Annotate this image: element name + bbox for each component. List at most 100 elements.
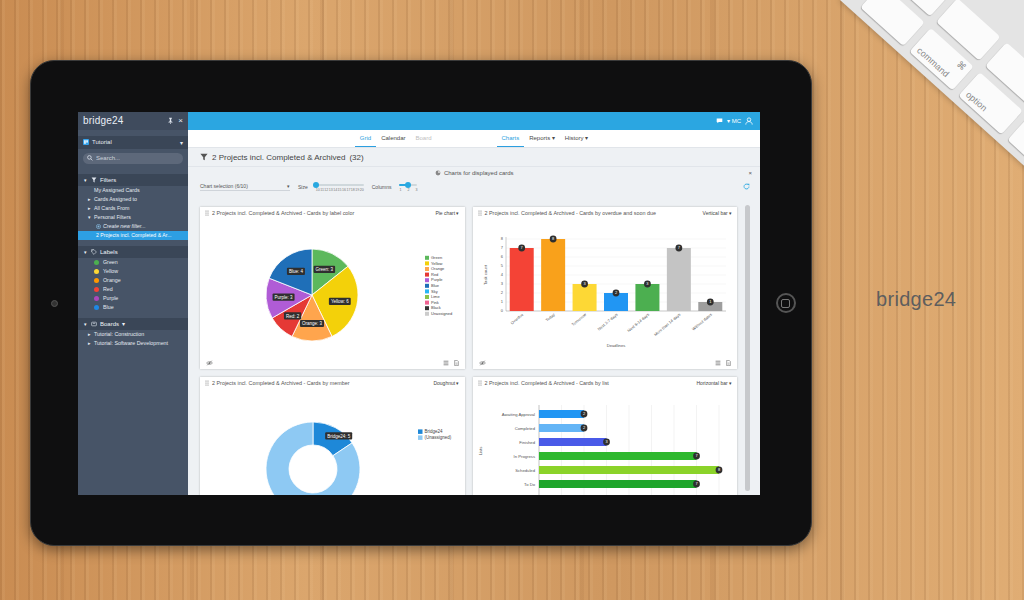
chart-selection-dropdown[interactable]: Chart selection (6/10)▾ xyxy=(200,183,290,191)
bar[interactable] xyxy=(539,480,697,488)
close-button[interactable]: × xyxy=(178,116,183,125)
pie-slice[interactable] xyxy=(269,249,312,295)
legend-label: Sky xyxy=(431,288,438,293)
tab[interactable]: History ▾ xyxy=(560,130,593,147)
sidebar-item[interactable]: ▸All Cards From xyxy=(78,204,188,213)
legend-label: Red xyxy=(431,271,438,276)
bar[interactable] xyxy=(539,452,697,460)
tab[interactable]: Grid xyxy=(355,130,376,147)
x-tick: Today xyxy=(544,311,555,322)
label-item[interactable]: Red xyxy=(78,285,188,294)
key[interactable] xyxy=(1007,116,1024,179)
sidebar-item[interactable]: 2 Projects incl. Completed & Ar... xyxy=(78,231,188,240)
chart-type-dropdown[interactable]: Horizontal bar ▾ xyxy=(696,380,732,386)
tab-group: ChartsReports ▾History ▾ xyxy=(497,130,594,147)
user-icon[interactable] xyxy=(745,117,753,125)
legend-swatch xyxy=(425,261,429,265)
legend-label: Green xyxy=(431,255,442,260)
badge-label: Red: 2 xyxy=(286,313,300,318)
sidebar-item[interactable]: ▸Tutorial: Software Development xyxy=(78,339,188,348)
drag-handle-icon[interactable] xyxy=(205,210,209,216)
chart-card: 2 Projects incl. Completed & Archived - … xyxy=(473,207,738,369)
bar[interactable] xyxy=(539,466,719,474)
keyboard: ⌘commandoption xyxy=(840,0,1024,241)
drag-handle-icon[interactable] xyxy=(478,210,482,216)
tab-group: GridCalendarBoard xyxy=(355,130,437,147)
scroll-thumb[interactable] xyxy=(745,205,750,491)
doughnut-segment[interactable] xyxy=(266,422,360,495)
y-tick: 7 xyxy=(500,245,503,250)
pin-icon[interactable] xyxy=(167,117,174,124)
sidebar-item[interactable]: ▸Tutorial: Construction xyxy=(78,330,188,339)
sidebar-item[interactable]: ▾Personal Filters xyxy=(78,213,188,222)
sidebar-item[interactable]: ▸Cards Assigned to xyxy=(78,195,188,204)
label-item[interactable]: Purple xyxy=(78,294,188,303)
item-label: Green xyxy=(103,259,118,265)
bar[interactable] xyxy=(541,239,565,311)
workspace-selector[interactable]: Tutorial▾ xyxy=(78,136,188,149)
label-item[interactable]: Green xyxy=(78,258,188,267)
chart-type-dropdown[interactable]: Pie chart ▾ xyxy=(435,210,459,216)
slider-knob[interactable] xyxy=(313,182,319,188)
chart-body: Green: 3Yellow: 6Orange: 3Red: 2Purple: … xyxy=(200,219,465,357)
bar[interactable] xyxy=(539,410,584,418)
label-item[interactable]: Blue xyxy=(78,303,188,312)
drag-handle-icon[interactable] xyxy=(205,380,209,386)
bar[interactable] xyxy=(509,248,533,311)
section-header[interactable]: ▾Filters xyxy=(78,174,188,186)
label-item[interactable]: Orange xyxy=(78,276,188,285)
document-icon[interactable] xyxy=(454,360,459,366)
legend-label: Yellow xyxy=(431,260,443,265)
columns-slider[interactable]: 123 xyxy=(399,181,417,192)
grid-line xyxy=(506,265,726,266)
search-icon xyxy=(87,155,93,161)
bar[interactable] xyxy=(572,284,596,311)
scrollbar[interactable] xyxy=(745,205,750,491)
sidebar-item[interactable]: Create new filter... xyxy=(78,222,188,231)
document-icon[interactable] xyxy=(726,360,731,366)
hide-icon[interactable] xyxy=(206,360,213,366)
chart-type-dropdown[interactable]: Vertical bar ▾ xyxy=(703,210,732,216)
list-icon[interactable] xyxy=(443,360,449,366)
right-bezel xyxy=(760,61,811,545)
pie-chart: Green: 3Yellow: 6Orange: 3Red: 2Purple: … xyxy=(200,219,464,357)
legend-label: Black xyxy=(431,305,441,310)
label-item[interactable]: Yellow xyxy=(78,267,188,276)
drag-handle-icon[interactable] xyxy=(478,380,482,386)
bar[interactable] xyxy=(539,424,584,432)
search-field[interactable] xyxy=(96,153,179,163)
item-label: My Assigned Cards xyxy=(94,187,140,193)
value-badge: Red: 2 xyxy=(284,312,301,319)
section-header[interactable]: ▾Labels xyxy=(78,246,188,258)
item-label: Orange xyxy=(103,277,121,283)
bar[interactable] xyxy=(635,284,659,311)
label-dot xyxy=(94,296,99,301)
chat-icon[interactable] xyxy=(716,117,723,124)
section-header[interactable]: ▾Boards▾ xyxy=(78,318,188,330)
sidebar-item[interactable]: My Assigned Cards xyxy=(78,186,188,195)
hide-icon[interactable] xyxy=(479,360,486,366)
refresh-icon[interactable] xyxy=(743,183,750,190)
card-title: 2 Projects incl. Completed & Archived - … xyxy=(485,380,694,386)
logo[interactable]: bridge24 xyxy=(83,115,124,126)
item-arrow: ▸ xyxy=(87,331,92,337)
home-button[interactable] xyxy=(776,293,796,313)
legend-swatch xyxy=(425,289,429,293)
slider-knob[interactable] xyxy=(405,182,411,188)
key[interactable] xyxy=(860,0,925,46)
bar[interactable] xyxy=(539,438,607,446)
camera-icon xyxy=(51,300,58,307)
size-slider[interactable]: 1011121314151617181920 xyxy=(316,181,364,192)
close-button[interactable]: × xyxy=(748,170,752,176)
slider-track xyxy=(399,184,417,186)
title-text: 2 Projects incl. Completed & Archived xyxy=(212,153,345,162)
tab[interactable]: Charts xyxy=(497,130,525,147)
settings-icon[interactable] xyxy=(715,360,721,366)
card-title: 2 Projects incl. Completed & Archived - … xyxy=(212,210,432,216)
bar[interactable] xyxy=(666,248,690,311)
dropdown-label: Chart selection (6/10) xyxy=(200,183,248,189)
tab[interactable]: Reports ▾ xyxy=(524,130,560,147)
chart-type-dropdown[interactable]: Doughnut ▾ xyxy=(433,380,459,386)
tab[interactable]: Calendar xyxy=(376,130,410,147)
user-menu[interactable]: ▾ MC xyxy=(727,117,741,124)
